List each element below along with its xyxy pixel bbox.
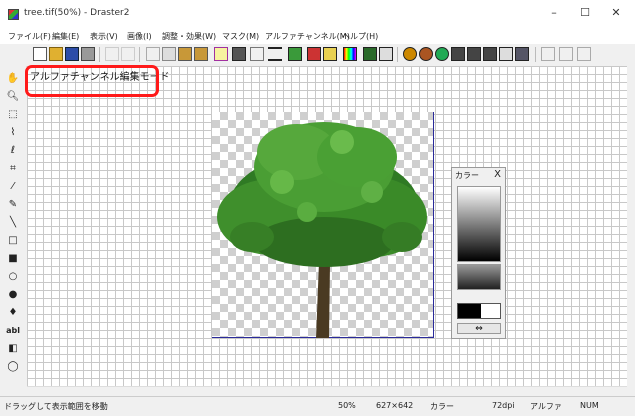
- adjust-icon[interactable]: [250, 47, 264, 61]
- highlight-annotation: [25, 65, 159, 97]
- filled-rect-icon[interactable]: ■: [6, 252, 20, 266]
- status-color: カラー: [430, 402, 454, 411]
- status-dpi: 72dpi: [492, 401, 515, 410]
- toolbar-separator: [535, 47, 536, 62]
- redo-icon[interactable]: [121, 47, 135, 61]
- toolbar: [0, 44, 635, 67]
- app-icon: [8, 9, 19, 20]
- sort-icon[interactable]: [541, 47, 555, 61]
- gray-scale-bar[interactable]: [457, 264, 501, 290]
- brightness-gradient[interactable]: [457, 186, 501, 262]
- layer-icon[interactable]: [323, 47, 337, 61]
- menu-edit[interactable]: 編集(E): [52, 31, 79, 42]
- save-icon[interactable]: [65, 47, 79, 61]
- close-button[interactable]: ✕: [606, 5, 626, 21]
- rectangle-tool-icon[interactable]: □: [6, 234, 20, 248]
- help-icon[interactable]: [288, 47, 302, 61]
- filled-ellipse-icon[interactable]: ●: [6, 288, 20, 302]
- lines-icon[interactable]: [268, 47, 282, 61]
- paste-icon[interactable]: [178, 47, 192, 61]
- hand-tool-icon[interactable]: ✋: [6, 72, 20, 86]
- text-tool-icon[interactable]: abl: [6, 324, 20, 338]
- status-image-size: 627×642: [376, 401, 414, 410]
- tool-icon[interactable]: [232, 47, 246, 61]
- status-zoom: 50%: [338, 401, 356, 410]
- vertical-scrollbar[interactable]: [627, 66, 635, 386]
- palette-icon[interactable]: [343, 47, 357, 61]
- eraser-tool-icon[interactable]: ◯: [6, 360, 20, 374]
- cut-icon[interactable]: [146, 47, 160, 61]
- open-folder-icon[interactable]: [49, 47, 63, 61]
- zoom-tool-icon[interactable]: 🔍︎: [6, 90, 20, 104]
- align-icon[interactable]: [559, 47, 573, 61]
- title-bar: tree.tif(50%) - Draster2 – ☐ ✕: [0, 0, 635, 28]
- image-document[interactable]: [212, 112, 434, 338]
- flip-h-icon[interactable]: [451, 47, 465, 61]
- toolbar-separator: [397, 47, 398, 62]
- menu-bar: ファイル(F) 編集(E) 表示(V) 画像(I) 調整・効果(W) マスク(M…: [0, 28, 635, 44]
- stamp-icon[interactable]: [307, 47, 321, 61]
- crop-icon[interactable]: [499, 47, 513, 61]
- polygon-select-icon[interactable]: ⌇: [6, 126, 20, 140]
- eyedropper-icon[interactable]: ⁄: [6, 180, 20, 194]
- status-numlock: NUM: [580, 401, 599, 410]
- undo-icon[interactable]: [105, 47, 119, 61]
- mask-icon[interactable]: [214, 47, 228, 61]
- swap-colors-button[interactable]: ⇔: [457, 323, 501, 334]
- status-hint: ドラッグして表示範囲を移動: [4, 402, 108, 411]
- background-color[interactable]: [481, 304, 500, 318]
- flip-v-icon[interactable]: [467, 47, 481, 61]
- status-channel: アルファ: [530, 402, 562, 411]
- ellipse-tool-icon[interactable]: ○: [6, 270, 20, 284]
- rotate-right-icon[interactable]: [435, 47, 449, 61]
- gradient-tool-icon[interactable]: ◧: [6, 342, 20, 356]
- rotate-icon[interactable]: [403, 47, 417, 61]
- print-icon[interactable]: [81, 47, 95, 61]
- maximize-button[interactable]: ☐: [575, 5, 595, 21]
- copy-icon[interactable]: [162, 47, 176, 61]
- fill-bucket-icon[interactable]: ♦: [6, 306, 20, 320]
- tool-palette: ✋ 🔍︎ ⬚ ⌇ ℓ ⌗ ⁄ ✎ ╲ □ ■ ○ ● ♦ abl ◧ ◯: [0, 66, 26, 386]
- foreground-color[interactable]: [458, 304, 482, 318]
- pencil-icon[interactable]: ✎: [6, 198, 20, 212]
- color-panel-title: カラー: [455, 171, 479, 180]
- menu-mask[interactable]: マスク(M): [222, 31, 259, 42]
- new-file-icon[interactable]: [33, 47, 47, 61]
- tree-image: [217, 122, 427, 338]
- alpha-view-icon[interactable]: [363, 47, 377, 61]
- status-bar: ドラッグして表示範囲を移動 50% 627×642 カラー 72dpi アルファ…: [0, 396, 635, 416]
- resize-icon[interactable]: [483, 47, 497, 61]
- color-panel-close-button[interactable]: X: [494, 169, 501, 180]
- menu-view[interactable]: 表示(V): [90, 31, 118, 42]
- color-panel: カラー X ⇔: [451, 167, 506, 339]
- canvas-icon[interactable]: [515, 47, 529, 61]
- menu-help[interactable]: ヘルプ(H): [342, 31, 378, 42]
- toolbar-separator: [99, 47, 100, 62]
- more-icon[interactable]: [577, 47, 591, 61]
- menu-image[interactable]: 画像(I): [127, 31, 152, 42]
- lasso-icon[interactable]: ℓ: [6, 144, 20, 158]
- menu-file[interactable]: ファイル(F): [8, 31, 51, 42]
- alpha-edit-icon[interactable]: [379, 47, 393, 61]
- window-title: tree.tif(50%) - Draster2: [24, 8, 130, 18]
- minimize-button[interactable]: –: [544, 5, 564, 21]
- toolbar-separator: [139, 47, 140, 62]
- fg-bg-color-swatch[interactable]: [457, 303, 501, 319]
- rect-select-icon[interactable]: ⬚: [6, 108, 20, 122]
- line-tool-icon[interactable]: ╲: [6, 216, 20, 230]
- menu-alpha-channel[interactable]: アルファチャンネル(M): [265, 31, 350, 42]
- menu-adjust[interactable]: 調整・効果(W): [162, 31, 216, 42]
- rotate-left-icon[interactable]: [419, 47, 433, 61]
- paste-new-icon[interactable]: [194, 47, 208, 61]
- crop-tool-icon[interactable]: ⌗: [6, 162, 20, 176]
